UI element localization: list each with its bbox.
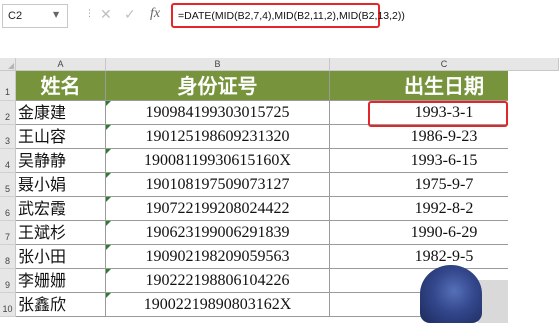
- row-number[interactable]: 5: [0, 173, 16, 197]
- floating-avatar-icon[interactable]: [420, 265, 482, 323]
- table-row: 3 王山容 190125198609231320 1986-9-23: [0, 125, 559, 149]
- sheet-right-margin: [508, 71, 559, 323]
- name-cell[interactable]: 张鑫欣: [16, 293, 106, 317]
- id-text: 190108197509073127: [145, 176, 290, 193]
- row-number[interactable]: 1: [0, 71, 16, 101]
- id-cell[interactable]: 190108197509073127: [106, 173, 330, 197]
- select-all-icon: [8, 63, 14, 69]
- row-number[interactable]: 7: [0, 221, 16, 245]
- id-text: 190984199303015725: [145, 104, 290, 121]
- row-number[interactable]: 4: [0, 149, 16, 173]
- column-header-a[interactable]: A: [16, 58, 106, 71]
- column-header-row: A B C: [0, 58, 559, 71]
- id-text: 190623199006291839: [145, 224, 290, 241]
- id-cell[interactable]: 190222198806104226: [106, 269, 330, 293]
- id-cell[interactable]: 190722199208024422: [106, 197, 330, 221]
- id-text: 19002219890803162X: [143, 296, 292, 313]
- id-cell[interactable]: 190623199006291839: [106, 221, 330, 245]
- enter-button[interactable]: ✓: [124, 7, 136, 23]
- id-cell[interactable]: 190902198209059563: [106, 245, 330, 269]
- select-all-corner[interactable]: [0, 58, 16, 71]
- name-cell[interactable]: 李姗姗: [16, 269, 106, 293]
- header-id[interactable]: 身份证号: [106, 71, 330, 101]
- table-header-row: 1 姓名 身份证号 出生日期: [0, 71, 559, 101]
- cell-reference: C2: [8, 10, 23, 22]
- error-indicator-icon: [106, 221, 111, 226]
- chevron-down-icon[interactable]: ▼: [53, 10, 59, 19]
- insert-function-button[interactable]: fx: [150, 6, 160, 22]
- table-row: 4 吴静静 19008119930615160X 1993-6-15: [0, 149, 559, 173]
- id-text: 190902198209059563: [145, 248, 290, 265]
- row-number[interactable]: 9: [0, 269, 16, 293]
- id-text: 190125198609231320: [145, 128, 290, 145]
- id-cell[interactable]: 190984199303015725: [106, 101, 330, 125]
- row-number[interactable]: 2: [0, 101, 16, 125]
- error-indicator-icon: [106, 293, 111, 298]
- name-cell[interactable]: 金康建: [16, 101, 106, 125]
- name-cell[interactable]: 王山容: [16, 125, 106, 149]
- error-indicator-icon: [106, 173, 111, 178]
- column-header-b[interactable]: B: [106, 58, 330, 71]
- error-indicator-icon: [106, 269, 111, 274]
- error-indicator-icon: [106, 149, 111, 154]
- formula-text: =DATE(MID(B2,7,4),MID(B2,11,2),MID(B2,13…: [178, 10, 405, 22]
- id-text: 190222198806104226: [145, 272, 290, 289]
- formula-input[interactable]: =DATE(MID(B2,7,4),MID(B2,11,2),MID(B2,13…: [171, 3, 405, 28]
- row-number[interactable]: 6: [0, 197, 16, 221]
- formula-bar: C2 ▼ ⋮ ✕ ✓ fx =DATE(MID(B2,7,4),MID(B2,1…: [0, 0, 559, 33]
- more-dots-icon[interactable]: ⋮: [85, 9, 94, 19]
- toolbar-gap: [0, 33, 559, 58]
- error-indicator-icon: [106, 245, 111, 250]
- id-cell[interactable]: 190125198609231320: [106, 125, 330, 149]
- error-indicator-icon: [106, 101, 111, 106]
- table-row: 8 张小田 190902198209059563 1982-9-5: [0, 245, 559, 269]
- overlay-panel: [478, 280, 508, 323]
- table-row: 6 武宏霞 190722199208024422 1992-8-2: [0, 197, 559, 221]
- name-cell[interactable]: 武宏霞: [16, 197, 106, 221]
- selected-cell-highlight: [368, 101, 508, 127]
- row-number[interactable]: 10: [0, 293, 16, 317]
- cancel-button[interactable]: ✕: [100, 7, 112, 23]
- id-text: 19008119930615160X: [144, 152, 291, 169]
- id-cell[interactable]: 19002219890803162X: [106, 293, 330, 317]
- name-cell[interactable]: 王斌杉: [16, 221, 106, 245]
- header-name[interactable]: 姓名: [16, 71, 106, 101]
- id-cell[interactable]: 19008119930615160X: [106, 149, 330, 173]
- name-cell[interactable]: 张小田: [16, 245, 106, 269]
- row-number[interactable]: 3: [0, 125, 16, 149]
- table-row: 7 王斌杉 190623199006291839 1990-6-29: [0, 221, 559, 245]
- table-row: 5 聂小娟 190108197509073127 1975-9-7: [0, 173, 559, 197]
- name-cell[interactable]: 吴静静: [16, 149, 106, 173]
- error-indicator-icon: [106, 125, 111, 130]
- row-number[interactable]: 8: [0, 245, 16, 269]
- name-cell[interactable]: 聂小娟: [16, 173, 106, 197]
- error-indicator-icon: [106, 197, 111, 202]
- id-text: 190722199208024422: [145, 200, 290, 217]
- column-header-c[interactable]: C: [330, 58, 559, 71]
